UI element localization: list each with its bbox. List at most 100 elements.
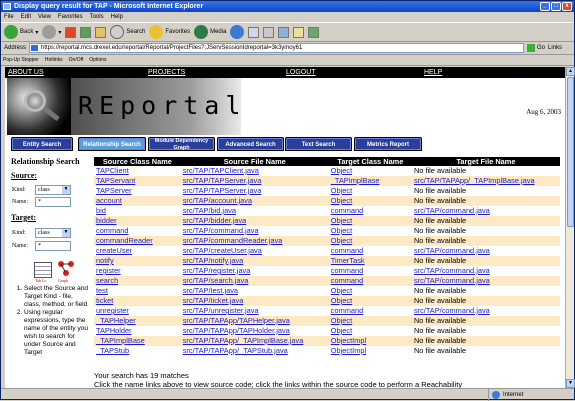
scroll-thumb[interactable] — [567, 77, 574, 227]
source-class-link[interactable]: bidder — [96, 216, 117, 225]
source-class-link[interactable]: _TAPImplBase — [96, 336, 145, 345]
target-class-link[interactable]: command — [331, 246, 363, 255]
source-class-link[interactable]: test — [96, 286, 108, 295]
target-class-link[interactable]: Object — [331, 216, 352, 225]
source-file-link[interactable]: src/TAP/ticket.java — [183, 296, 244, 305]
target-file-link[interactable]: src/TAP/command.java — [414, 306, 490, 315]
back-button[interactable]: Back ▾ — [4, 25, 38, 39]
target-file-link[interactable]: src/TAP/command.java — [414, 206, 490, 215]
popup-stopper-label[interactable]: Pop-Up Stopper — [3, 57, 39, 63]
nav-logout[interactable]: LOGOUT — [286, 67, 316, 78]
address-input[interactable]: https://reportal.mcs.drexel.edu/reportal… — [29, 43, 525, 53]
source-file-link[interactable]: src/TAP/TAPApp/TAPHelper.java — [183, 316, 290, 325]
source-file-link[interactable]: src/TAP/notify.java — [183, 256, 244, 265]
menu-view[interactable]: View — [38, 12, 51, 22]
vertical-scrollbar[interactable]: ▲ ▼ — [565, 67, 575, 388]
messenger-icon[interactable] — [308, 26, 320, 38]
target-class-link[interactable]: command — [331, 266, 363, 275]
source-class-link[interactable]: ticket — [96, 296, 113, 305]
menu-file[interactable]: File — [4, 12, 14, 22]
menu-edit[interactable]: Edit — [21, 12, 31, 22]
edit-icon[interactable] — [278, 26, 290, 38]
target-class-link[interactable]: command — [331, 306, 363, 315]
nav-projects[interactable]: PROJECTS — [148, 67, 185, 78]
target-class-link[interactable]: command — [331, 276, 363, 285]
target-class-link[interactable]: Object — [331, 316, 352, 325]
source-class-link[interactable]: unregister — [96, 306, 129, 315]
target-file-link[interactable]: src/TAP/command.java — [414, 276, 490, 285]
target-class-link[interactable]: Object — [331, 186, 352, 195]
source-file-link[interactable]: src/TAP/TAPApp/_TAPImplBase.java — [183, 336, 304, 345]
nav-help[interactable]: HELP — [424, 67, 442, 78]
source-class-link[interactable]: register — [96, 266, 121, 275]
tab-module-dependency-graph[interactable]: Module Dependency Graph — [148, 137, 215, 151]
target-class-link[interactable]: Object — [331, 166, 352, 175]
source-file-link[interactable]: src/TAP/commandReader.java — [183, 236, 283, 245]
menu-help[interactable]: Help — [111, 12, 123, 22]
target-file-link[interactable]: src/TAP/command.java — [414, 266, 490, 275]
print-icon[interactable] — [263, 26, 275, 38]
source-class-link[interactable]: TAPHolder — [96, 326, 132, 335]
source-file-link[interactable]: src/TAP/TAPApp/_TAPStub.java — [183, 346, 288, 355]
source-class-link[interactable]: TAPServer — [96, 186, 132, 195]
history-icon[interactable] — [230, 25, 245, 39]
minimize-button[interactable]: _ — [540, 2, 550, 11]
target-name-input[interactable]: * — [35, 241, 71, 251]
source-file-link[interactable]: src/TAP/createUser.java — [183, 246, 262, 255]
hotlinks-button[interactable]: Hotlinks — [45, 57, 63, 63]
source-class-link[interactable]: command — [96, 226, 128, 235]
target-class-link[interactable]: _TAPImplBase — [331, 176, 380, 185]
source-file-link[interactable]: src/TAP/bid.java — [183, 206, 236, 215]
maximize-button[interactable]: □ — [551, 2, 561, 11]
menu-favorites[interactable]: Favorites — [58, 12, 83, 22]
refresh-icon[interactable] — [80, 26, 92, 38]
source-kind-select[interactable]: class ▼ — [35, 185, 71, 195]
source-class-link[interactable]: TAPClient — [96, 166, 129, 175]
source-file-link[interactable]: src/TAP/command.java — [183, 226, 259, 235]
home-icon[interactable] — [95, 26, 107, 38]
tab-entity-search[interactable]: Entity Search — [11, 137, 73, 151]
target-class-link[interactable]: Object — [331, 296, 352, 305]
source-file-link[interactable]: src/TAP/bidder.java — [183, 216, 247, 225]
onoff-button[interactable]: On/Off — [69, 57, 84, 63]
source-class-link[interactable]: TAPServant — [96, 176, 135, 185]
target-class-link[interactable]: TimerTask — [331, 256, 365, 265]
table-view-icon[interactable] — [34, 262, 52, 278]
source-class-link[interactable]: _TAPHelper — [96, 316, 136, 325]
menu-tools[interactable]: Tools — [90, 12, 104, 22]
scroll-down-icon[interactable]: ▼ — [566, 379, 575, 388]
target-class-link[interactable]: Object — [331, 196, 352, 205]
discuss-icon[interactable] — [293, 26, 305, 38]
target-class-link[interactable]: ObjectImpl — [331, 346, 366, 355]
stop-icon[interactable] — [65, 26, 77, 38]
source-file-link[interactable]: src/TAP/TAPClient.java — [183, 166, 259, 175]
graph-view-icon[interactable] — [57, 260, 75, 276]
source-file-link[interactable]: src/TAP/TAPApp/TAPHolder.java — [183, 326, 290, 335]
forward-button[interactable]: ▾ — [42, 25, 61, 39]
close-button[interactable]: x — [562, 2, 572, 11]
source-file-link[interactable]: src/TAP/TAPServer.java — [183, 186, 262, 195]
tab-relationship-search[interactable]: Relationship Search — [78, 137, 146, 151]
target-class-link[interactable]: Object — [331, 236, 352, 245]
target-class-link[interactable]: ObjectImpl — [331, 336, 366, 345]
target-class-link[interactable]: Object — [331, 226, 352, 235]
links-button[interactable]: Links — [548, 45, 562, 51]
source-class-link[interactable]: createUser — [96, 246, 132, 255]
source-file-link[interactable]: src/TAP/TAPServer.java — [183, 176, 262, 185]
source-class-link[interactable]: bid — [96, 206, 106, 215]
target-class-link[interactable]: Object — [331, 326, 352, 335]
favorites-button[interactable]: Favorites — [149, 25, 190, 39]
source-file-link[interactable]: src/TAP/register.java — [183, 266, 251, 275]
source-class-link[interactable]: _TAPStub — [96, 346, 129, 355]
tab-metrics-report[interactable]: Metrics Report — [354, 137, 422, 151]
source-class-link[interactable]: search — [96, 276, 118, 285]
options-button[interactable]: Options — [89, 57, 106, 63]
source-file-link[interactable]: src/TAP/account.java — [183, 196, 252, 205]
source-file-link[interactable]: src/TAP/search.java — [183, 276, 249, 285]
target-file-link[interactable]: src/TAP/TAPApp/_TAPImplBase.java — [414, 176, 535, 185]
nav-about-us[interactable]: ABOUT US — [8, 67, 44, 78]
scroll-up-icon[interactable]: ▲ — [566, 67, 575, 76]
tab-advanced-search[interactable]: Advanced Search — [217, 137, 284, 151]
target-class-link[interactable]: command — [331, 206, 363, 215]
source-name-input[interactable]: * — [35, 197, 71, 207]
